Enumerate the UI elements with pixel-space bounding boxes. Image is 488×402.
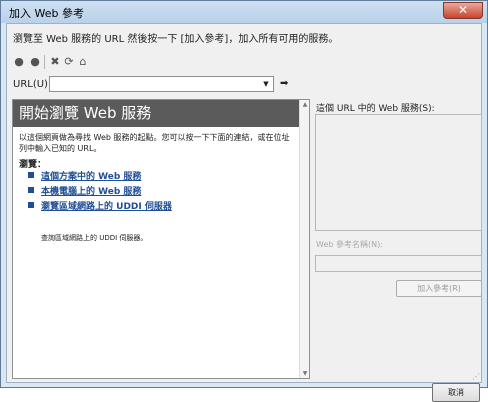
reference-name-input[interactable] xyxy=(315,255,482,272)
cancel-button[interactable]: 取消 xyxy=(432,383,480,402)
back-icon[interactable]: ● xyxy=(13,56,25,68)
scroll-down-icon[interactable]: ▼ xyxy=(301,370,309,377)
bullet-icon xyxy=(28,187,34,193)
url-input[interactable]: ▼ xyxy=(49,76,274,92)
browser-scrollbar[interactable]: ▲ ▼ xyxy=(299,100,309,378)
refresh-icon[interactable]: ⟳ xyxy=(63,56,75,68)
link-browse-uddi-servers[interactable]: 瀏覽區域網路上的 UDDI 伺服器 xyxy=(41,199,172,212)
bullet-icon xyxy=(28,202,34,208)
stop-icon[interactable]: ✖ xyxy=(49,56,61,68)
link-solution-web-services[interactable]: 這個方案中的 Web 服務 xyxy=(41,169,141,182)
url-label: URL(U): xyxy=(13,79,52,90)
forward-icon[interactable]: ● xyxy=(29,56,41,68)
services-list[interactable] xyxy=(315,114,482,231)
services-scrollbar[interactable] xyxy=(474,116,480,229)
start-browsing-heading: 開始瀏覽 Web 服務 xyxy=(13,100,299,127)
toolbar-separator xyxy=(44,55,45,69)
add-web-reference-dialog: 加入 Web 參考 ✕ 瀏覽至 Web 服務的 URL 然後按一下 [加入參考]… xyxy=(0,0,488,402)
go-arrow-icon[interactable]: ➡ xyxy=(280,79,292,89)
dropdown-arrow-icon[interactable]: ▼ xyxy=(260,78,272,90)
instruction-text: 瀏覽至 Web 服務的 URL 然後按一下 [加入參考]，加入所有可用的服務。 xyxy=(13,34,339,45)
home-icon[interactable]: ⌂ xyxy=(77,56,89,68)
scroll-up-icon[interactable]: ▲ xyxy=(301,101,309,108)
browser-pane: 開始瀏覽 Web 服務 以這個網頁做為尋找 Web 服務的起點。您可以按一下下面… xyxy=(12,99,310,379)
uddi-description: 查詢區域網路上的 UDDI 伺服器。 xyxy=(41,234,148,242)
reference-name-label: Web 參考名稱(N): xyxy=(316,240,383,249)
window-title: 加入 Web 參考 xyxy=(9,7,84,20)
close-icon: ✕ xyxy=(457,3,469,17)
add-reference-button[interactable]: 加入參考(R) xyxy=(396,280,482,297)
bullet-icon xyxy=(28,172,34,178)
dialog-client-area: 瀏覽至 Web 服務的 URL 然後按一下 [加入參考]，加入所有可用的服務。 … xyxy=(6,23,482,402)
close-button[interactable]: ✕ xyxy=(443,2,483,19)
intro-text: 以這個網頁做為尋找 Web 服務的起點。您可以按一下下面的連結，或在位址列中輸入… xyxy=(19,133,290,153)
resize-grip-icon[interactable]: ⋰ xyxy=(472,372,480,381)
link-local-machine-web-services[interactable]: 本機電腦上的 Web 服務 xyxy=(41,184,141,197)
title-bar: 加入 Web 參考 ✕ xyxy=(1,1,487,23)
services-label: 這個 URL 中的 Web 服務(S): xyxy=(316,104,435,114)
